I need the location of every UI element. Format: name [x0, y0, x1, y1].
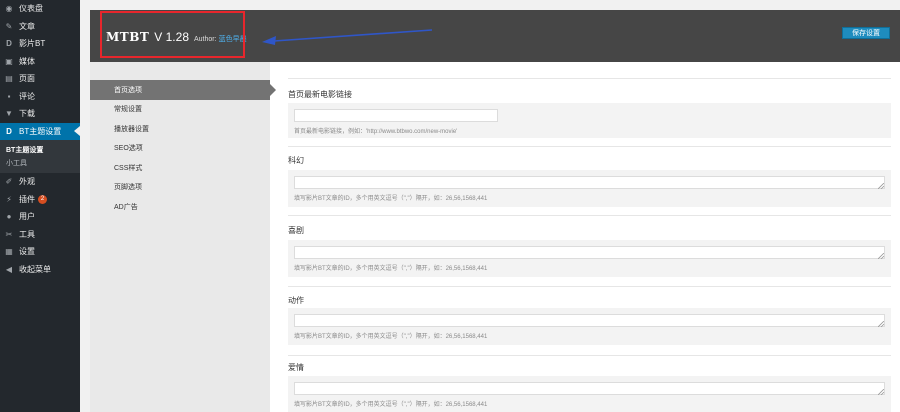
- submenu: BT主题设置 小工具: [0, 140, 80, 173]
- page-icon: ▤: [5, 74, 13, 84]
- tab-general-settings[interactable]: 常规设置: [90, 100, 270, 120]
- tab-home-options[interactable]: 首页选项: [90, 80, 276, 100]
- submenu-item-widgets[interactable]: 小工具: [0, 156, 80, 169]
- menu-item-bt-theme-settings[interactable]: D BT主题设置: [0, 122, 80, 140]
- tab-player-settings[interactable]: 播放器设置: [90, 119, 270, 139]
- collapse-icon: ◀: [5, 264, 13, 274]
- wrench-icon: ✂: [5, 229, 13, 239]
- divider: [288, 146, 891, 147]
- menu-item-dashboard[interactable]: ◉ 仪表盘: [0, 0, 80, 18]
- latest-movie-link-label: 首页最新电影链接: [288, 90, 352, 99]
- menu-item-collapse[interactable]: ◀ 收起菜单: [0, 261, 80, 279]
- media-icon: ▣: [5, 56, 13, 66]
- dashboard-icon: ◉: [5, 4, 13, 14]
- user-icon: ●: [6, 212, 12, 222]
- comment-icon: ▪: [7, 91, 11, 101]
- romance-ids-textarea[interactable]: [294, 382, 885, 395]
- divider: [288, 215, 891, 216]
- comedy-ids-box: 填写影片BT文章的ID，多个用英文逗号（","）隔开，如：26,56,1568,…: [288, 240, 891, 277]
- comedy-ids-textarea[interactable]: [294, 246, 885, 259]
- menu-item-downloads[interactable]: ▼ 下载: [0, 105, 80, 123]
- resize-grip-icon[interactable]: [878, 183, 884, 189]
- latest-movie-link-input[interactable]: [294, 109, 498, 122]
- divider: [288, 286, 891, 287]
- menu-item-movie-bt[interactable]: D 影片BT: [0, 35, 80, 53]
- download-icon: ▼: [5, 109, 13, 119]
- field-description: 填写影片BT文章的ID，多个用英文逗号（","）隔开，如：26,56,1568,…: [294, 334, 488, 340]
- menu-item-settings[interactable]: ▦ 设置: [0, 243, 80, 261]
- menu-item-pages[interactable]: ▤ 页面: [0, 70, 80, 88]
- menu-item-comments[interactable]: ▪ 评论: [0, 88, 80, 106]
- theme-options-panel: MTBT V 1.28 Author: 蓝色早晨 保存设置 首页选项 常规设置 播放器…: [90, 10, 900, 412]
- tab-footer-options[interactable]: 页脚选项: [90, 178, 270, 198]
- field-description: 首页最新电影链接，例如：'http://www.btbwo.com/new-mo…: [294, 129, 458, 135]
- menu-label: 设置: [19, 247, 35, 257]
- tab-ad-settings[interactable]: AD广告: [90, 197, 270, 217]
- submenu-item-bt-theme-settings[interactable]: BT主题设置: [0, 143, 80, 156]
- field-description: 填写影片BT文章的ID，多个用英文逗号（","）隔开，如：26,56,1568,…: [294, 402, 488, 408]
- divider: [288, 78, 891, 79]
- menu-label: 影片BT: [19, 39, 46, 49]
- menu-label: 工具: [19, 229, 35, 239]
- options-tabs: 首页选项 常规设置 播放器设置 SEO选项 CSS样式 页脚选项 AD广告: [90, 62, 276, 412]
- menu-item-plugins[interactable]: ⚡ 插件 2: [0, 191, 80, 209]
- plugin-icon: ⚡: [6, 194, 12, 204]
- menu-label: 外观: [19, 177, 35, 187]
- menu-label: 仪表盘: [19, 4, 43, 14]
- menu-label: 文章: [19, 21, 35, 31]
- save-settings-button[interactable]: 保存设置: [842, 27, 890, 39]
- menu-label: 收起菜单: [19, 264, 51, 274]
- scifi-ids-label: 科幻: [288, 156, 304, 165]
- resize-grip-icon[interactable]: [878, 253, 884, 259]
- options-content: 首页最新电影链接 首页最新电影链接，例如：'http://www.btbwo.c…: [288, 62, 891, 412]
- settings-icon: ▦: [5, 247, 13, 257]
- admin-sidebar: ◉ 仪表盘 ✎ 文章 D 影片BT ▣ 媒体 ▤ 页面 ▪ 评论 ▼ 下载 D BT主题设置 B…: [0, 0, 80, 412]
- current-menu-arrow: [74, 126, 80, 137]
- update-count-badge: 2: [38, 194, 47, 204]
- field-description: 填写影片BT文章的ID，多个用英文逗号（","）隔开，如：26,56,1568,…: [294, 196, 488, 202]
- menu-label: 媒体: [19, 56, 35, 66]
- resize-grip-icon[interactable]: [878, 389, 884, 395]
- menu-label: 评论: [19, 91, 35, 101]
- menu-item-posts[interactable]: ✎ 文章: [0, 18, 80, 36]
- action-ids-box: 填写影片BT文章的ID，多个用英文逗号（","）隔开，如：26,56,1568,…: [288, 308, 891, 345]
- d-logo-icon: D: [6, 39, 12, 49]
- menu-item-users[interactable]: ● 用户: [0, 208, 80, 226]
- menu-label: 下载: [19, 109, 35, 119]
- menu-label: 用户: [19, 212, 35, 222]
- menu-item-tools[interactable]: ✂ 工具: [0, 226, 80, 244]
- romance-ids-box: 填写影片BT文章的ID，多个用英文逗号（","）隔开，如：26,56,1568,…: [288, 376, 891, 412]
- field-description: 填写影片BT文章的ID，多个用英文逗号（","）隔开，如：26,56,1568,…: [294, 266, 488, 272]
- comedy-ids-label: 喜剧: [288, 226, 304, 235]
- menu-item-appearance[interactable]: ✐ 外观: [0, 173, 80, 191]
- action-ids-label: 动作: [288, 296, 304, 305]
- menu-label: 页面: [19, 74, 35, 84]
- latest-movie-link-box: 首页最新电影链接，例如：'http://www.btbwo.com/new-mo…: [288, 103, 891, 138]
- annotation-arrow-icon: [262, 29, 433, 45]
- menu-item-media[interactable]: ▣ 媒体: [0, 53, 80, 71]
- menu-label: BT主题设置: [19, 126, 62, 136]
- pin-icon: ✎: [5, 21, 13, 31]
- action-ids-textarea[interactable]: [294, 314, 885, 327]
- highlight-box: [100, 11, 245, 58]
- tab-seo-options[interactable]: SEO选项: [90, 139, 270, 159]
- romance-ids-label: 爱情: [288, 363, 304, 372]
- menu-label: 插件: [19, 194, 35, 204]
- divider: [288, 355, 891, 356]
- resize-grip-icon[interactable]: [878, 321, 884, 327]
- scifi-ids-textarea[interactable]: [294, 176, 885, 189]
- d-logo-icon: D: [6, 126, 12, 136]
- scifi-ids-box: 填写影片BT文章的ID，多个用英文逗号（","）隔开，如：26,56,1568,…: [288, 170, 891, 207]
- tab-css-styles[interactable]: CSS样式: [90, 158, 270, 178]
- brush-icon: ✐: [5, 177, 13, 187]
